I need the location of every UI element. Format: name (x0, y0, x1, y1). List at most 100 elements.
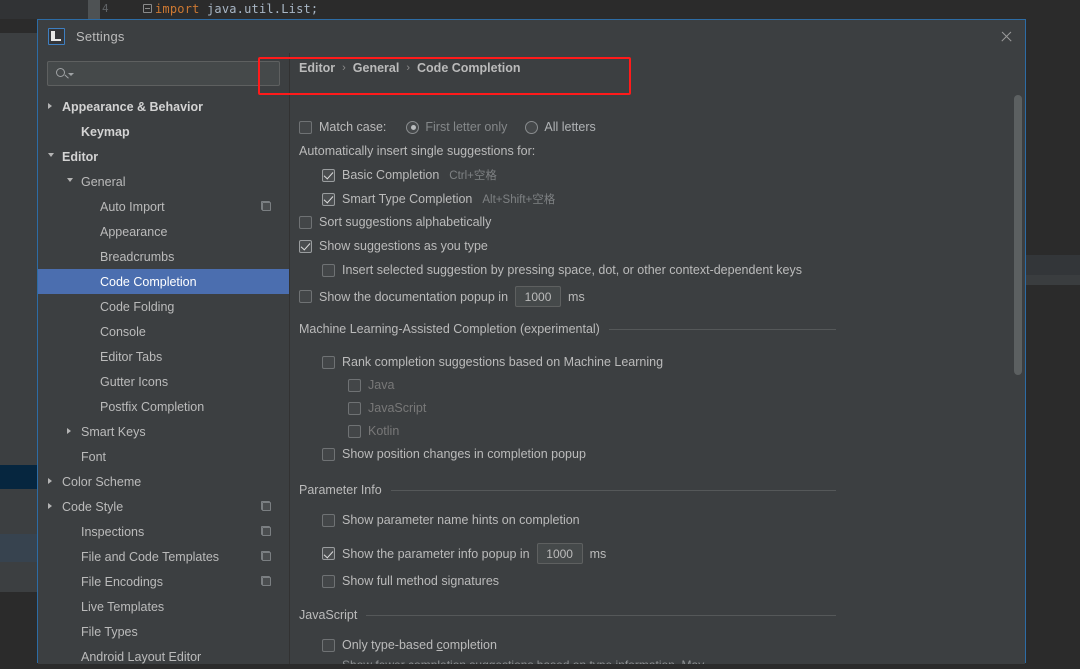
gutter-marker (88, 0, 100, 19)
sidebar-item-general[interactable]: General (38, 169, 289, 194)
sidebar-item-editor[interactable]: Editor (38, 144, 289, 169)
ml-kotlin-row[interactable]: Kotlin (348, 424, 399, 438)
sidebar-item-file-and-code-templates[interactable]: File and Code Templates (38, 544, 289, 569)
sidebar-item-label: Live Templates (81, 600, 164, 614)
js-label-pre: Only type-based (342, 638, 437, 652)
chevron-right-icon[interactable] (67, 428, 71, 434)
chevron-right-icon[interactable] (48, 478, 52, 484)
ml-javascript-checkbox[interactable] (348, 402, 361, 415)
ml-rank-checkbox[interactable] (322, 356, 335, 369)
chevron-down-icon[interactable] (48, 153, 54, 157)
code-remainder: java.util.List; (200, 2, 319, 16)
ml-position-changes-checkbox[interactable] (322, 448, 335, 461)
js-type-based-row[interactable]: Only type-based completion (322, 638, 497, 652)
dialog-body: Appearance & BehaviorKeymapEditorGeneral… (38, 53, 1025, 664)
sidebar-item-label: File and Code Templates (81, 550, 219, 564)
breadcrumb-editor[interactable]: Editor (299, 61, 335, 75)
copy-settings-icon[interactable] (262, 527, 271, 536)
all-letters-radio[interactable] (525, 121, 538, 134)
search-box[interactable] (47, 61, 280, 86)
chevron-right-icon[interactable] (48, 103, 52, 109)
basic-completion-checkbox[interactable] (322, 169, 335, 182)
param-full-signatures-row[interactable]: Show full method signatures (322, 574, 499, 588)
breadcrumb-general[interactable]: General (353, 61, 400, 75)
sidebar-item-label: Color Scheme (62, 475, 141, 489)
param-full-signatures-checkbox[interactable] (322, 575, 335, 588)
section-divider (366, 615, 836, 616)
basic-completion-row[interactable]: Basic Completion Ctrl+空格 (322, 167, 497, 183)
ml-java-row[interactable]: Java (348, 378, 394, 392)
smart-type-completion-checkbox[interactable] (322, 193, 335, 206)
sidebar-item-keymap[interactable]: Keymap (38, 119, 289, 144)
ml-kotlin-checkbox[interactable] (348, 425, 361, 438)
sidebar-item-postfix-completion[interactable]: Postfix Completion (38, 394, 289, 419)
show-as-you-type-label: Show suggestions as you type (319, 239, 488, 253)
sidebar-item-label: Appearance (100, 225, 167, 239)
param-hints-row[interactable]: Show parameter name hints on completion (322, 513, 580, 527)
search-icon (56, 68, 65, 77)
js-type-based-label: Only type-based completion (342, 638, 497, 652)
search-wrapper (38, 53, 289, 86)
copy-settings-icon[interactable] (262, 202, 271, 211)
ml-position-changes-row[interactable]: Show position changes in completion popu… (322, 447, 586, 461)
sidebar-item-file-encodings[interactable]: File Encodings (38, 569, 289, 594)
sidebar-item-label: Smart Keys (81, 425, 146, 439)
editor-gutter (0, 0, 100, 19)
copy-settings-icon[interactable] (262, 502, 271, 511)
sidebar-item-code-style[interactable]: Code Style (38, 494, 289, 519)
content-vertical-scrollbar[interactable] (1014, 95, 1022, 375)
sidebar-item-color-scheme[interactable]: Color Scheme (38, 469, 289, 494)
js-type-based-checkbox[interactable] (322, 639, 335, 652)
doc-popup-delay-input[interactable] (515, 286, 561, 307)
chevron-right-icon[interactable] (48, 503, 52, 509)
settings-dialog: Settings Appearance & Behavior Keymap Edit… (37, 19, 1026, 663)
match-case-checkbox[interactable] (299, 121, 312, 134)
sidebar-item-live-templates[interactable]: Live Templates (38, 594, 289, 619)
sidebar-item-inspections[interactable]: Inspections (38, 519, 289, 544)
first-letter-only-label: First letter only (425, 120, 507, 134)
param-popup-row[interactable]: Show the parameter info popup in ms (322, 543, 606, 564)
ml-java-label: Java (368, 378, 394, 392)
ml-java-checkbox[interactable] (348, 379, 361, 392)
doc-popup-row[interactable]: Show the documentation popup in ms (299, 286, 585, 307)
sort-alphabetically-row[interactable]: Sort suggestions alphabetically (299, 215, 491, 229)
sidebar-item-smart-keys[interactable]: Smart Keys (38, 419, 289, 444)
param-hints-checkbox[interactable] (322, 514, 335, 527)
sidebar-item-code-completion[interactable]: Code Completion (38, 269, 289, 294)
ml-rank-row[interactable]: Rank completion suggestions based on Mac… (322, 355, 663, 369)
show-as-you-type-checkbox[interactable] (299, 240, 312, 253)
show-as-you-type-row[interactable]: Show suggestions as you type (299, 239, 488, 253)
ml-javascript-row[interactable]: JavaScript (348, 401, 426, 415)
auto-insert-group-label: Automatically insert single suggestions … (299, 144, 535, 158)
search-input[interactable] (74, 62, 275, 85)
copy-settings-icon[interactable] (262, 552, 271, 561)
param-popup-delay-input[interactable] (537, 543, 583, 564)
param-popup-checkbox[interactable] (322, 547, 335, 560)
sidebar-item-gutter-icons[interactable]: Gutter Icons (38, 369, 289, 394)
chevron-down-icon[interactable] (67, 178, 73, 182)
sidebar-item-android-layout-editor[interactable]: Android Layout Editor (38, 644, 289, 669)
insert-selected-row[interactable]: Insert selected suggestion by pressing s… (322, 263, 802, 277)
sidebar-item-appearance[interactable]: Appearance (38, 219, 289, 244)
dialog-titlebar[interactable]: Settings (38, 20, 1025, 53)
sidebar-item-appearance-behavior[interactable]: Appearance & Behavior (38, 94, 289, 119)
sidebar-item-auto-import[interactable]: Auto Import (38, 194, 289, 219)
doc-popup-checkbox[interactable] (299, 290, 312, 303)
sidebar-item-label: Keymap (81, 125, 130, 139)
sidebar-item-editor-tabs[interactable]: Editor Tabs (38, 344, 289, 369)
insert-selected-checkbox[interactable] (322, 264, 335, 277)
sort-alphabetically-checkbox[interactable] (299, 216, 312, 229)
smart-type-completion-row[interactable]: Smart Type Completion Alt+Shift+空格 (322, 191, 555, 207)
copy-settings-icon[interactable] (262, 577, 271, 586)
first-letter-only-radio[interactable] (406, 121, 419, 134)
close-icon[interactable] (997, 28, 1015, 46)
code-fold-icon[interactable] (143, 4, 152, 13)
sidebar-item-font[interactable]: Font (38, 444, 289, 469)
match-case-row[interactable]: Match case: First letter only All letter… (299, 120, 596, 134)
sidebar-item-console[interactable]: Console (38, 319, 289, 344)
sidebar-item-code-folding[interactable]: Code Folding (38, 294, 289, 319)
smart-type-completion-label: Smart Type Completion (342, 192, 472, 206)
param-popup-unit: ms (590, 547, 607, 561)
sidebar-item-breadcrumbs[interactable]: Breadcrumbs (38, 244, 289, 269)
sidebar-item-file-types[interactable]: File Types (38, 619, 289, 644)
